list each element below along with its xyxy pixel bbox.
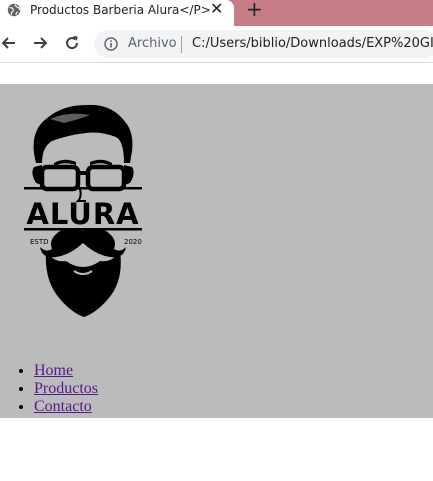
contacto-link[interactable]: Contacto: [34, 398, 92, 415]
site-label: Archivo: [128, 36, 177, 51]
nav-item-productos: Productos: [34, 380, 98, 398]
browser-tab[interactable]: Productos Barberia Alura</P> ✕: [0, 0, 234, 26]
url-text[interactable]: C:/Users/biblio/Downloads/EXP%20GI/p: [192, 36, 433, 51]
productos-link[interactable]: Productos: [34, 380, 98, 397]
logo-right-text: 2020: [124, 238, 142, 246]
page-header: ALURA ESTD 2020 Home Productos Contacto: [0, 84, 433, 418]
reload-icon[interactable]: [63, 34, 81, 52]
main-nav: Home Productos Contacto: [0, 362, 98, 416]
back-arrow-icon[interactable]: [0, 34, 18, 52]
address-bar[interactable]: Archivo C:/Users/biblio/Downloads/EXP%20…: [94, 30, 433, 58]
home-link[interactable]: Home: [34, 362, 73, 379]
browser-toolbar: Archivo C:/Users/biblio/Downloads/EXP%20…: [0, 26, 433, 63]
tab-title: Productos Barberia Alura</P>: [30, 3, 211, 17]
info-icon[interactable]: [104, 37, 118, 51]
barber-logo: ALURA ESTD 2020: [24, 104, 142, 317]
close-tab-icon[interactable]: ✕: [210, 0, 223, 18]
forward-arrow-icon[interactable]: [31, 34, 49, 52]
new-tab-button[interactable]: +: [246, 0, 263, 20]
logo-brand-text: ALURA: [26, 197, 139, 231]
nav-item-contacto: Contacto: [34, 398, 98, 416]
nav-item-home: Home: [34, 362, 98, 380]
tab-strip: Productos Barberia Alura</P> ✕ +: [0, 0, 433, 26]
address-separator: [181, 36, 182, 53]
globe-icon: [7, 3, 21, 17]
logo-left-text: ESTD: [30, 238, 49, 246]
